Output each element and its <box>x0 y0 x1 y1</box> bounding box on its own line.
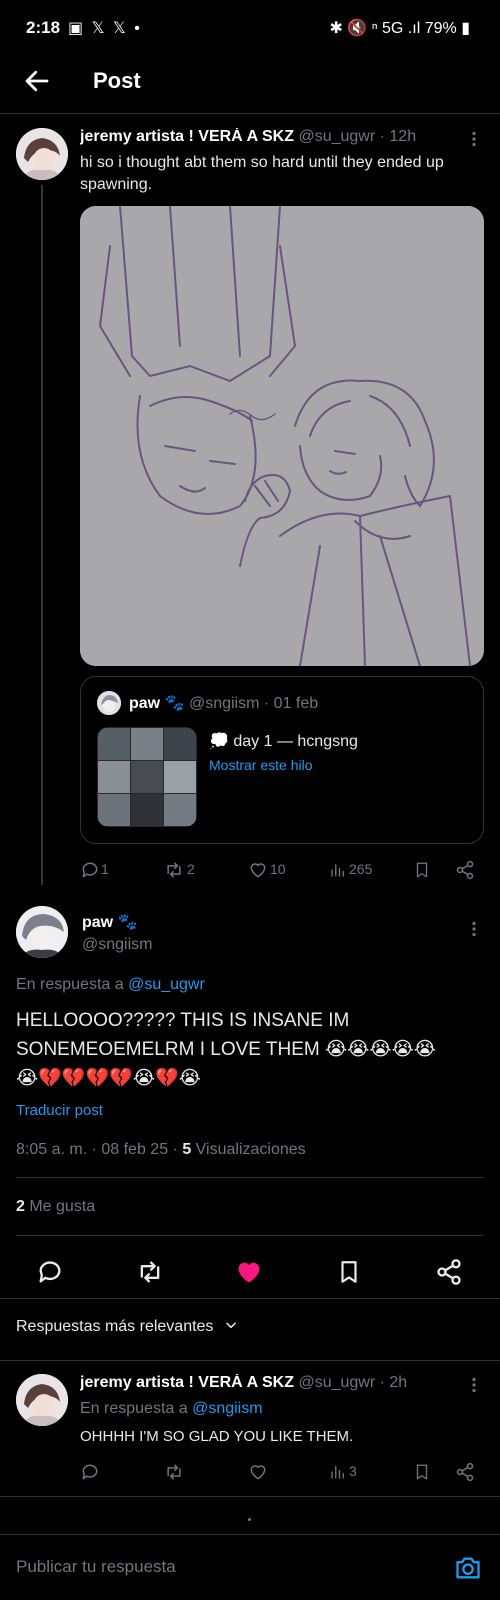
parent-action-bar: 1 2 10 265 <box>80 858 484 882</box>
replies-sort-label: Respuestas más relevantes <box>16 1318 214 1335</box>
parent-tweet-header: jeremy artista ! VERÁ A SKZ @su_ugwr · 1… <box>80 128 470 150</box>
main-author-row: paw 🐾 <box>82 912 138 932</box>
loading-dot <box>248 1518 251 1521</box>
notification-icons: ▣ 𝕏 𝕏 • <box>68 20 142 37</box>
post-time: · 12h <box>379 128 417 145</box>
photo-collage-image <box>97 727 197 827</box>
replies-sort-dropdown[interactable]: Respuestas más relevantes <box>16 1318 238 1336</box>
divider <box>0 1360 500 1361</box>
avatar-jeremy-image <box>16 1374 68 1426</box>
quote-author-name: paw <box>129 695 161 712</box>
view-count: 265 <box>349 861 373 877</box>
reply-to-handle[interactable]: @sngiism <box>192 1400 262 1417</box>
paw-emoji-icon: 🐾 <box>117 914 138 931</box>
reply-icon[interactable] <box>36 1258 64 1286</box>
tweet-text: hi so i thought abt them so hard until t… <box>80 154 444 193</box>
quote-avatar <box>97 691 121 715</box>
reply-context: En respuesta a @sngiism <box>80 1400 263 1417</box>
reply-composer <box>0 1535 500 1600</box>
main-action-bar <box>0 1250 500 1294</box>
status-time: 2:18 <box>26 18 61 37</box>
battery-level: 79% <box>424 20 457 37</box>
bookmark-icon[interactable] <box>413 860 431 880</box>
retweet-icon <box>167 862 181 878</box>
divider <box>16 1235 484 1236</box>
back-arrow-icon[interactable] <box>22 66 52 96</box>
author-handle[interactable]: @su_ugwr <box>298 128 375 145</box>
author-name[interactable]: jeremy artista ! VERÁ A SKZ <box>80 128 294 145</box>
translate-link[interactable]: Traducir post <box>16 1102 103 1119</box>
camera-icon[interactable] <box>454 1555 482 1581</box>
author-handle[interactable]: @sngiism <box>82 936 152 954</box>
post-time: · 2h <box>379 1374 408 1391</box>
quote-media-grid <box>97 727 197 827</box>
status-indicators: ✱ 🔇 ⁿ 5G .ıl 79% ▮ <box>330 18 470 38</box>
analytics-icon <box>331 1466 344 1479</box>
top-bar: Post <box>0 56 500 114</box>
reply-input[interactable] <box>16 1551 436 1583</box>
avatar[interactable] <box>16 128 68 180</box>
view-count: 3 <box>349 1463 357 1479</box>
main-tweet-text: HELLOOOO????? THIS IS INSANE IM SONEMEOE… <box>16 1010 436 1089</box>
more-options-icon[interactable] <box>466 1377 482 1393</box>
quote-header: paw 🐾 @sngiism · 01 feb <box>129 693 318 713</box>
bookmark-icon[interactable] <box>413 1462 431 1482</box>
signal-icons: ✱ 🔇 ⁿ 5G .ıl <box>329 20 421 37</box>
share-icon[interactable] <box>455 1462 475 1482</box>
reply-action-bar: 3 <box>80 1460 484 1484</box>
author-name[interactable]: paw <box>82 914 113 931</box>
divider <box>0 1298 500 1299</box>
quote-text: 💭 day 1 — hcngsng <box>209 733 358 750</box>
divider <box>0 1496 500 1497</box>
likes-summary[interactable]: 2 Me gusta <box>16 1198 95 1216</box>
avatar[interactable] <box>16 906 68 958</box>
analytics-icon <box>331 864 344 877</box>
share-icon[interactable] <box>455 860 475 880</box>
reply-to-handle[interactable]: @su_ugwr <box>128 976 205 993</box>
reply-prefix: En respuesta a <box>16 976 124 993</box>
author-name[interactable]: jeremy artista ! VERÁ A SKZ <box>80 1374 294 1391</box>
post-timestamp: 8:05 a. m. · 08 feb 25 · 5 Visualizacion… <box>16 1141 306 1158</box>
post-image[interactable] <box>80 206 484 666</box>
more-options-icon[interactable] <box>466 131 482 147</box>
views-count: 5 <box>182 1141 192 1158</box>
chevron-down-icon <box>226 1322 236 1329</box>
avatar-jeremy-image <box>16 128 68 180</box>
avatar-paw-image <box>97 691 121 715</box>
artwork-sketch <box>80 206 484 666</box>
like-count: 10 <box>270 861 286 877</box>
likes-count: 2 <box>16 1198 25 1215</box>
divider <box>16 1177 484 1178</box>
quoted-post[interactable]: paw 🐾 @sngiism · 01 feb 💭 day 1 — hcngsn… <box>80 676 484 844</box>
thread-line <box>41 185 43 885</box>
reply-header: jeremy artista ! VERÁ A SKZ @su_ugwr · 2… <box>80 1374 465 1392</box>
author-handle[interactable]: @su_ugwr <box>298 1374 375 1391</box>
show-thread-link[interactable]: Mostrar este hilo <box>209 757 312 773</box>
more-options-icon[interactable] <box>466 921 482 937</box>
tweet-text: OHHHH I'M SO GLAD YOU LIKE THEM. <box>80 1428 354 1445</box>
battery-icon: ▮ <box>461 20 470 37</box>
quote-date: · 01 feb <box>263 695 319 712</box>
paw-emoji-icon: 🐾 <box>164 695 185 712</box>
thought-bubble-icon: 💭 <box>209 733 229 750</box>
heart-filled-icon[interactable] <box>235 1258 263 1286</box>
reply-icon[interactable] <box>80 1462 100 1482</box>
retweet-icon[interactable] <box>163 1462 185 1482</box>
reply-count: 1 <box>101 861 109 877</box>
heart-icon <box>250 863 266 878</box>
quote-author-handle: @sngiism <box>188 695 260 712</box>
bookmark-icon[interactable] <box>336 1258 362 1286</box>
avatar[interactable] <box>16 1374 68 1426</box>
reply-context: En respuesta a @su_ugwr <box>16 976 205 994</box>
share-icon[interactable] <box>435 1258 463 1286</box>
avatar-paw-image <box>16 906 68 958</box>
page-title: Post <box>93 68 141 93</box>
retweet-icon[interactable] <box>135 1258 165 1286</box>
status-bar: 2:18 ▣ 𝕏 𝕏 • ✱ 🔇 ⁿ 5G .ıl 79% ▮ <box>0 0 500 56</box>
reply-icon <box>82 862 98 878</box>
retweet-count: 2 <box>187 861 195 877</box>
heart-icon[interactable] <box>248 1462 268 1482</box>
